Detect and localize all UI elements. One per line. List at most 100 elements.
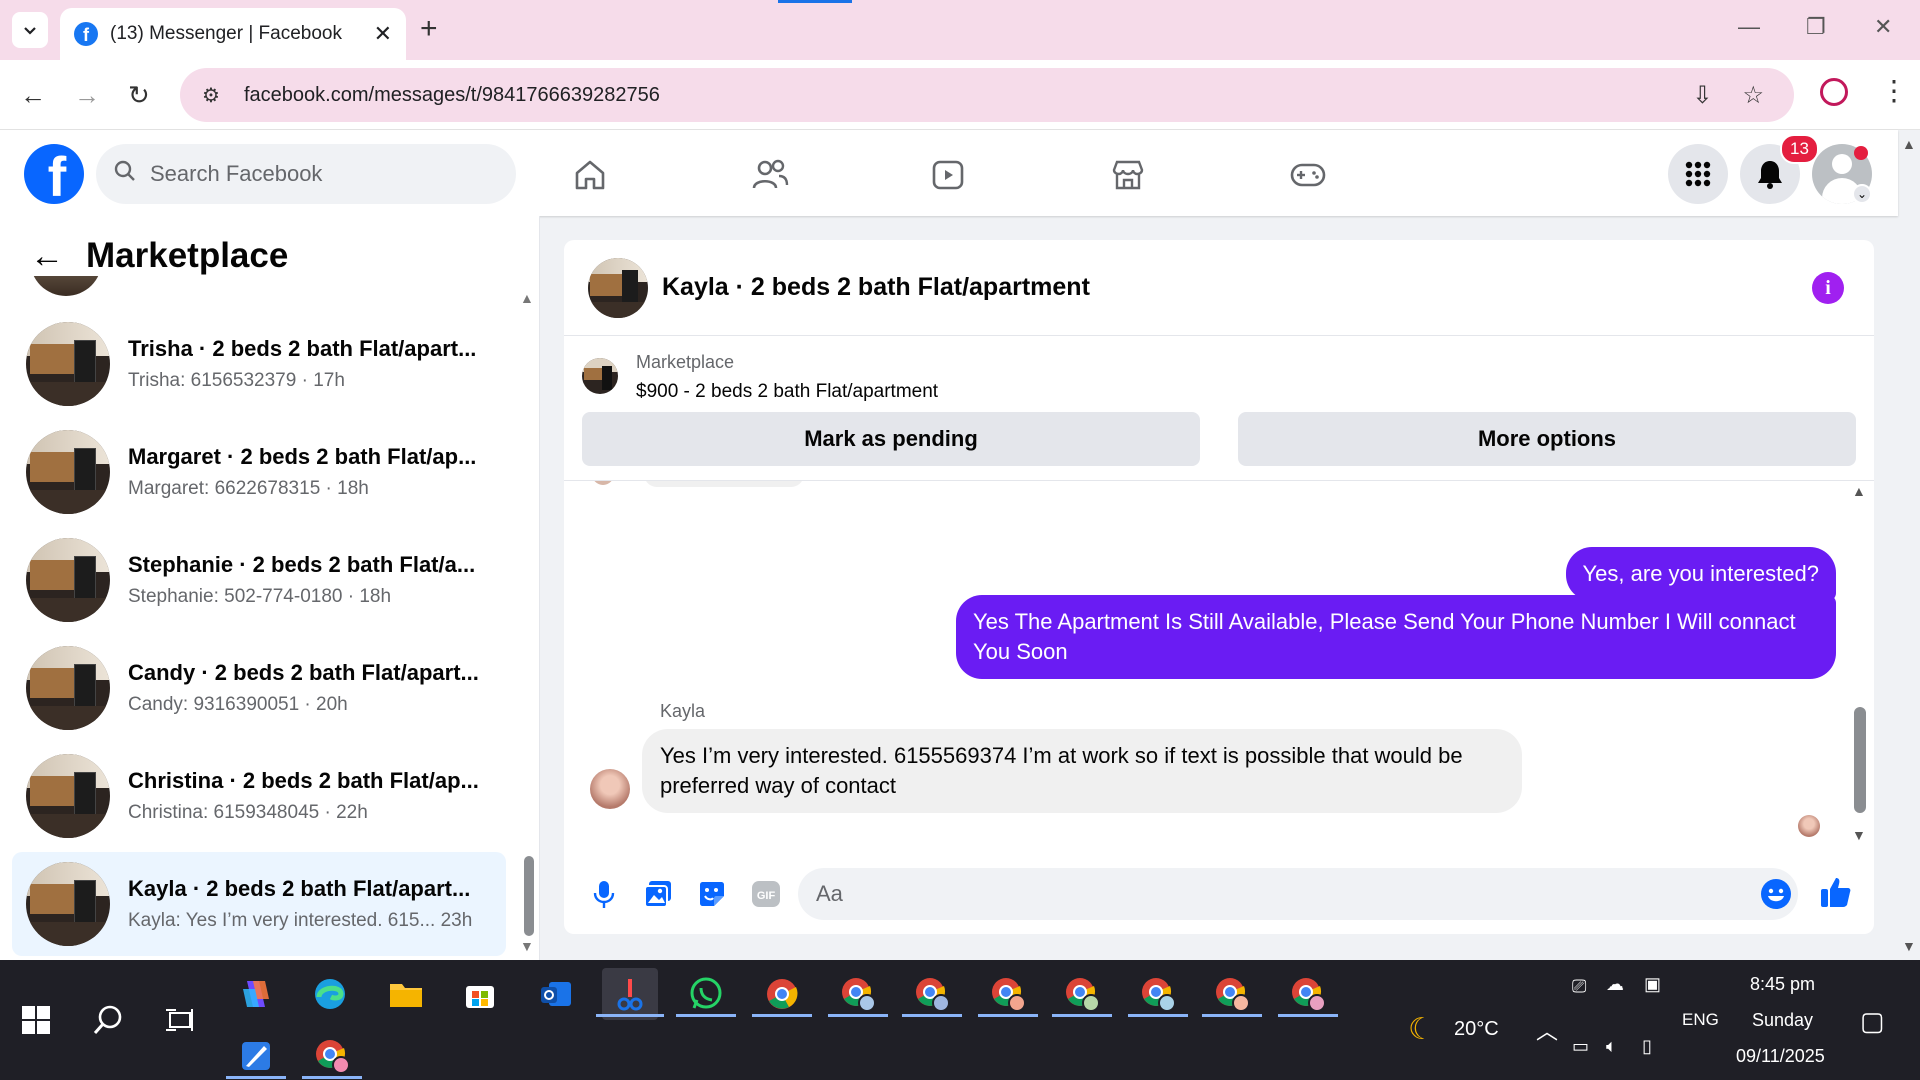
reload-icon[interactable]: ↻ bbox=[128, 80, 150, 111]
clock-date[interactable]: 09/11/2025 bbox=[1736, 1046, 1825, 1067]
install-app-icon[interactable]: ⇩ bbox=[1692, 81, 1712, 110]
sender-avatar[interactable] bbox=[590, 769, 630, 809]
conversation-item[interactable]: Christina · 2 beds 2 bath Flat/ap... Chri… bbox=[12, 744, 506, 848]
marketplace-nav-button[interactable] bbox=[1098, 150, 1158, 200]
conversation-item[interactable]: Candy · 2 beds 2 bath Flat/apart... Candy… bbox=[12, 636, 506, 740]
search-input[interactable] bbox=[150, 161, 450, 187]
list-scroll-down-icon[interactable]: ▼ bbox=[520, 938, 534, 954]
window-close-icon[interactable]: ✕ bbox=[1874, 14, 1892, 40]
chat-scroll-down-icon[interactable]: ▼ bbox=[1852, 827, 1866, 843]
chrome-profile-app[interactable] bbox=[1280, 968, 1336, 1020]
chrome-profile-app[interactable] bbox=[904, 968, 960, 1020]
sent-message-bubble[interactable]: Yes The Apartment Is Still Available, Pl… bbox=[956, 595, 1836, 679]
network-icon[interactable]: ▯ bbox=[1642, 1036, 1652, 1057]
whatsapp-app[interactable] bbox=[678, 968, 734, 1020]
back-arrow-icon[interactable]: ← bbox=[20, 80, 46, 111]
task-view-button[interactable] bbox=[152, 994, 208, 1046]
chrome-app[interactable] bbox=[754, 968, 810, 1020]
marketplace-chat-list: ← Marketplace Trisha · 2 beds 2 bath Fla… bbox=[0, 216, 540, 960]
browser-menu-icon[interactable]: ⋮ bbox=[1880, 74, 1908, 107]
close-tab-icon[interactable]: ✕ bbox=[374, 21, 392, 47]
outlook-app[interactable] bbox=[528, 968, 584, 1020]
chat-scrollbar-thumb[interactable] bbox=[1854, 707, 1866, 813]
browser-profile-icon[interactable] bbox=[1820, 78, 1848, 106]
gaming-nav-button[interactable] bbox=[1278, 150, 1338, 200]
more-options-button[interactable]: More options bbox=[1238, 412, 1856, 466]
friends-nav-button[interactable] bbox=[740, 150, 800, 200]
notification-center-icon[interactable]: ▢ bbox=[1860, 1006, 1885, 1037]
marketplace-label: Marketplace bbox=[636, 352, 735, 372]
app-running-indicator bbox=[1202, 1014, 1262, 1017]
mark-as-pending-button[interactable]: Mark as pending bbox=[582, 412, 1200, 466]
conversation-item[interactable]: Trisha · 2 beds 2 bath Flat/apart... Tris… bbox=[12, 312, 506, 416]
chat-title[interactable]: Kayla · 2 beds 2 bath Flat/apartment bbox=[662, 273, 1812, 302]
facebook-header: f bbox=[0, 130, 1898, 216]
snipping-app[interactable] bbox=[602, 968, 658, 1020]
tab-search-button[interactable] bbox=[12, 12, 48, 48]
chat-scroll-up-icon[interactable]: ▲ bbox=[1852, 483, 1866, 499]
browser-tab-messenger[interactable]: f (13) Messenger | Facebook ✕ bbox=[60, 8, 406, 60]
display-icon[interactable]: ▣ bbox=[1644, 974, 1661, 995]
file-explorer-app[interactable] bbox=[378, 968, 434, 1020]
conversation-item[interactable]: Stephanie · 2 beds 2 bath Flat/a... Steph… bbox=[12, 528, 506, 632]
microsoft-store-app[interactable] bbox=[452, 968, 508, 1020]
sticker-button[interactable] bbox=[694, 876, 730, 912]
weather-moon-icon[interactable]: ☾ bbox=[1408, 1012, 1435, 1047]
address-bar[interactable]: ⚙ facebook.com/messages/t/98417666392827… bbox=[180, 68, 1794, 122]
weather-temperature[interactable]: 20°C bbox=[1454, 1018, 1499, 1041]
windows-logo-icon bbox=[22, 1006, 50, 1034]
conversation-item[interactable]: Margaret · 2 beds 2 bath Flat/ap... Marga… bbox=[12, 420, 506, 524]
minimize-icon[interactable]: — bbox=[1738, 14, 1760, 40]
chrome-profile-app[interactable] bbox=[304, 1030, 360, 1080]
list-scrollbar-thumb[interactable] bbox=[524, 856, 534, 936]
bookmark-star-icon[interactable]: ☆ bbox=[1742, 81, 1764, 110]
site-settings-icon[interactable]: ⚙ bbox=[202, 83, 228, 108]
chrome-profile-app[interactable] bbox=[830, 968, 886, 1020]
page-scroll-down-icon[interactable]: ▼ bbox=[1902, 938, 1916, 954]
message-input-field[interactable] bbox=[798, 868, 1798, 920]
chrome-profile-app[interactable] bbox=[980, 968, 1036, 1020]
speaker-icon[interactable]: 🔈︎ bbox=[1606, 1036, 1617, 1057]
info-icon[interactable]: i bbox=[1812, 271, 1844, 304]
list-scroll-up-icon[interactable]: ▲ bbox=[520, 290, 534, 306]
attach-photo-button[interactable] bbox=[640, 876, 676, 912]
meet-icon[interactable]: ⎚ bbox=[1572, 976, 1586, 997]
video-nav-button[interactable] bbox=[918, 150, 978, 200]
paint-app[interactable] bbox=[228, 1030, 284, 1080]
show-hidden-icons-chevron[interactable]: ︿ bbox=[1536, 1014, 1558, 1046]
facebook-search[interactable] bbox=[96, 144, 516, 204]
copilot-app[interactable] bbox=[228, 968, 284, 1020]
chrome-profile-app[interactable] bbox=[1130, 968, 1186, 1020]
input-language[interactable]: ENG bbox=[1682, 1010, 1719, 1030]
restore-icon[interactable]: ❐ bbox=[1806, 14, 1826, 40]
forward-arrow-icon[interactable]: → bbox=[74, 80, 100, 111]
back-arrow-icon[interactable]: ← bbox=[30, 237, 64, 276]
chrome-profile-app[interactable] bbox=[1204, 968, 1260, 1020]
sent-message-bubble[interactable]: Yes, are you interested? bbox=[1565, 547, 1836, 601]
home-nav-button[interactable] bbox=[560, 150, 620, 200]
message-input[interactable] bbox=[816, 881, 1716, 907]
menu-grid-button[interactable] bbox=[1668, 144, 1728, 204]
account-chevron-icon[interactable]: ⌄ bbox=[1852, 184, 1872, 204]
facebook-logo-icon[interactable]: f bbox=[24, 144, 84, 204]
received-message-bubble[interactable]: Yes I’m very interested. 6155569374 I’m … bbox=[642, 729, 1522, 813]
gif-button[interactable]: GIF bbox=[748, 876, 784, 912]
avatar-head bbox=[1832, 154, 1852, 174]
microphone-button[interactable] bbox=[586, 876, 622, 912]
taskbar-search-button[interactable] bbox=[80, 994, 136, 1046]
start-button[interactable] bbox=[8, 994, 64, 1046]
conversation-item-active[interactable]: Kayla · 2 beds 2 bath Flat/apart... Kayla… bbox=[12, 852, 506, 956]
clock-day[interactable]: Sunday bbox=[1752, 1010, 1813, 1031]
chat-listing-avatar[interactable] bbox=[588, 257, 648, 318]
new-tab-button[interactable]: + bbox=[420, 12, 438, 46]
onedrive-cloud-icon[interactable]: ☁ bbox=[1606, 974, 1624, 995]
clock-time[interactable]: 8:45 pm bbox=[1750, 974, 1815, 995]
marketplace-listing-banner[interactable]: Marketplace $900 - 2 beds 2 bath Flat/ap… bbox=[582, 352, 938, 403]
chrome-profile-app[interactable] bbox=[1054, 968, 1110, 1020]
edge-app[interactable] bbox=[302, 968, 358, 1020]
like-send-button[interactable] bbox=[1818, 874, 1854, 910]
battery-icon[interactable]: ▭ bbox=[1572, 1036, 1589, 1057]
emoji-button[interactable] bbox=[1758, 876, 1794, 912]
page-scroll-up-icon[interactable]: ▲ bbox=[1902, 136, 1916, 152]
partial-avatar bbox=[592, 481, 614, 485]
